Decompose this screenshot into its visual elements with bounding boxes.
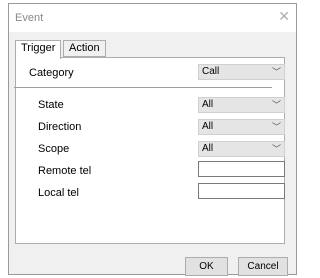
direction-value: All xyxy=(202,121,214,132)
ok-button[interactable]: OK xyxy=(185,257,228,276)
scope-label: Scope xyxy=(38,143,70,155)
local-tel-input[interactable] xyxy=(198,183,285,199)
local-tel-label: Local tel xyxy=(38,187,79,199)
state-select[interactable]: All ﹀ xyxy=(198,97,285,113)
direction-label: Direction xyxy=(38,121,82,133)
window-title: Event xyxy=(15,12,44,24)
chevron-down-icon: ﹀ xyxy=(271,122,281,132)
separator-line xyxy=(14,87,272,88)
state-value: All xyxy=(202,99,214,110)
scope-select[interactable]: All ﹀ xyxy=(198,141,285,157)
tab-action[interactable]: Action xyxy=(63,40,106,57)
category-select[interactable]: Call ﹀ xyxy=(198,64,285,80)
tab-trigger[interactable]: Trigger xyxy=(15,40,62,59)
title-bar: Event ✕ xyxy=(9,4,296,32)
state-label: State xyxy=(38,99,64,111)
chevron-down-icon: ﹀ xyxy=(271,144,281,154)
category-label: Category xyxy=(29,67,74,79)
cancel-button[interactable]: Cancel xyxy=(238,257,288,276)
close-icon[interactable]: ✕ xyxy=(278,8,290,24)
chevron-down-icon: ﹀ xyxy=(271,67,281,77)
direction-select[interactable]: All ﹀ xyxy=(198,119,285,135)
remote-tel-input[interactable] xyxy=(198,161,285,177)
category-value: Call xyxy=(202,66,220,77)
scope-value: All xyxy=(202,143,214,154)
remote-tel-label: Remote tel xyxy=(38,165,92,177)
chevron-down-icon: ﹀ xyxy=(271,100,281,110)
